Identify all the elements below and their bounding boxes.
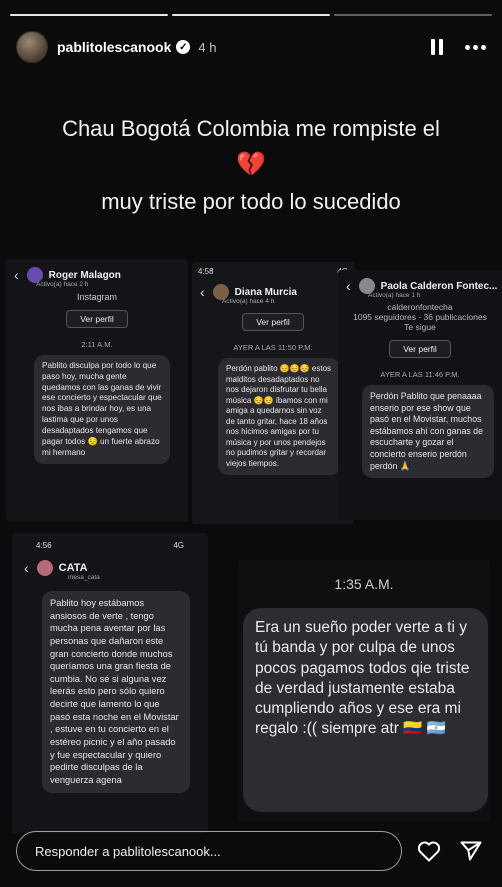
back-arrow-icon: ‹ <box>346 278 351 294</box>
username[interactable]: pablitolescanook <box>57 39 171 55</box>
message-bubble: Perdón pablito 😔😔😔 estos malditos desada… <box>218 358 340 476</box>
message-bubble: Pablito disculpa por todo lo que paso ho… <box>34 355 170 465</box>
caption-line-1: Chau Bogotá Colombia me rompiste el <box>62 116 440 141</box>
message-bubble: Perdón Pablito que penaaaa enserio por e… <box>362 385 494 479</box>
story-header: pablitolescanook ✓ 4 h <box>16 30 486 64</box>
contact-name: Diana Murcia <box>234 286 297 298</box>
more-icon[interactable] <box>465 44 486 50</box>
message-timestamp: 1:35 A.M. <box>334 576 394 592</box>
pause-icon[interactable] <box>431 39 443 55</box>
progress-segment-2 <box>172 14 330 16</box>
message-timestamp: AYER A LAS 11:46 P.M. <box>380 370 460 379</box>
status-clock: 4:56 <box>36 541 52 550</box>
reply-input[interactable]: Responder a pablitolescanook... <box>16 831 402 871</box>
message-timestamp: 2:11 A.M. <box>81 340 113 349</box>
message-timestamp: AYER A LAS 11:50 P.M. <box>233 343 313 352</box>
story-caption: Chau Bogotá Colombia me rompiste el 💔 mu… <box>0 112 502 218</box>
back-arrow-icon: ‹ <box>14 267 19 283</box>
story-progress <box>10 14 492 16</box>
dm-screenshot-diana: 4:58 4G ‹ Diana Murcia Activo(a) hace 4 … <box>192 262 354 524</box>
contact-handle: calderonfontecha <box>387 302 453 312</box>
message-bubble: Pablito hoy estábamos ansiosos de verte … <box>42 591 190 793</box>
avatar[interactable] <box>16 31 48 63</box>
dm-screenshot-cata: 4:56 4G ‹ CATA mesa_cata Pablito hoy est… <box>12 533 208 833</box>
verified-icon: ✓ <box>176 40 191 54</box>
post-time: 4 h <box>198 39 217 55</box>
dm-screenshot-birthday: 1:35 A.M. Era un sueño poder verte a ti … <box>238 560 490 822</box>
back-arrow-icon: ‹ <box>200 284 205 300</box>
signal-label: 4G <box>173 541 184 550</box>
dm-screenshot-paola: ‹ Paola Calderon Fontec... Activo(a) hac… <box>338 270 502 520</box>
status-clock: 4:58 <box>198 267 214 276</box>
heart-outline-icon[interactable] <box>414 836 444 866</box>
send-icon[interactable] <box>456 836 486 866</box>
contact-name: Paola Calderon Fontec... <box>380 280 498 292</box>
progress-segment-3 <box>334 14 492 16</box>
back-arrow-icon: ‹ <box>24 560 29 576</box>
dm-screenshot-roger: ‹ Roger Malagon Activo(a) hace 2 h Insta… <box>6 259 188 521</box>
follower-count: 1095 seguidores · 36 publicaciones <box>353 312 487 322</box>
follows-you-note: Te sigue <box>404 322 436 332</box>
caption-line-2: muy triste por todo lo sucedido <box>101 189 401 214</box>
view-profile-button: Ver perfil <box>242 313 304 331</box>
view-profile-button: Ver perfil <box>66 310 128 328</box>
progress-segment-1 <box>10 14 168 16</box>
contact-name: Roger Malagon <box>48 269 121 281</box>
story-footer: Responder a pablitolescanook... <box>16 831 486 871</box>
view-profile-button: Ver perfil <box>389 340 451 358</box>
broken-heart-icon: 💔 <box>236 151 266 178</box>
contact-name: CATA <box>58 562 88 574</box>
contact-avatar <box>36 560 53 576</box>
message-bubble: Era un sueño poder verte a ti y tú banda… <box>243 608 488 812</box>
platform-label: Instagram <box>76 292 118 302</box>
